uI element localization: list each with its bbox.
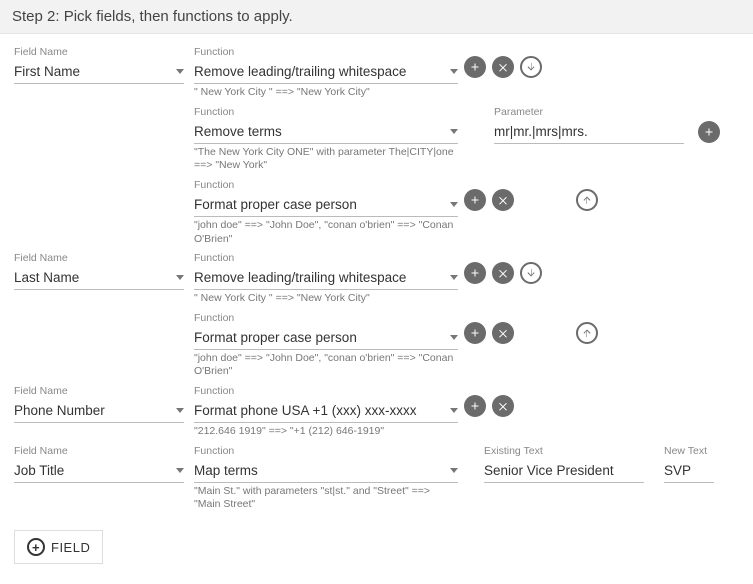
existing-text-label: Existing Text bbox=[484, 445, 644, 457]
existing-text-input[interactable] bbox=[484, 459, 644, 483]
add-icon[interactable] bbox=[698, 121, 720, 143]
function-value: Format proper case person bbox=[194, 197, 357, 212]
function-label: Function bbox=[194, 312, 458, 324]
remove-icon[interactable] bbox=[492, 322, 514, 344]
field-name-value: Job Title bbox=[14, 463, 64, 478]
function-label: Function bbox=[194, 179, 458, 191]
chevron-down-icon bbox=[450, 275, 458, 280]
add-field-label: FIELD bbox=[51, 540, 90, 555]
parameter-label: Parameter bbox=[494, 106, 739, 118]
chevron-down-icon bbox=[450, 129, 458, 134]
function-value: Remove terms bbox=[194, 124, 282, 139]
field-name-value: Last Name bbox=[14, 270, 79, 285]
function-value: Remove leading/trailing whitespace bbox=[194, 64, 406, 79]
function-example: "john doe" ==> "John Doe", "conan o'brie… bbox=[194, 352, 458, 379]
remove-icon[interactable] bbox=[492, 56, 514, 78]
function-example: "Main St." with parameters "st|st." and … bbox=[194, 485, 458, 512]
remove-icon[interactable] bbox=[492, 189, 514, 211]
field-name-label: Field Name bbox=[14, 445, 184, 457]
chevron-down-icon bbox=[176, 408, 184, 413]
add-icon[interactable] bbox=[464, 322, 486, 344]
add-icon[interactable] bbox=[464, 56, 486, 78]
function-value: Remove leading/trailing whitespace bbox=[194, 270, 406, 285]
move-up-icon[interactable] bbox=[576, 189, 598, 211]
chevron-down-icon bbox=[450, 408, 458, 413]
function-select[interactable]: Remove leading/trailing whitespace bbox=[194, 266, 458, 290]
field-name-label: Field Name bbox=[14, 252, 184, 264]
function-label: Function bbox=[194, 385, 458, 397]
chevron-down-icon bbox=[176, 275, 184, 280]
move-up-icon[interactable] bbox=[576, 322, 598, 344]
chevron-down-icon bbox=[450, 202, 458, 207]
field-name-label: Field Name bbox=[14, 385, 184, 397]
new-text-label: New Text bbox=[664, 445, 714, 457]
add-icon[interactable] bbox=[464, 395, 486, 417]
function-example: " New York City " ==> "New York City" bbox=[194, 292, 458, 306]
new-text-input[interactable] bbox=[664, 459, 714, 483]
chevron-down-icon bbox=[450, 468, 458, 473]
function-label: Function bbox=[194, 46, 458, 58]
function-value: Map terms bbox=[194, 463, 258, 478]
field-name-select[interactable]: Job Title bbox=[14, 459, 184, 483]
form-container: Field Name First Name Function Remove le… bbox=[0, 34, 753, 584]
function-label: Function bbox=[194, 445, 458, 457]
field-name-select[interactable]: Phone Number bbox=[14, 399, 184, 423]
field-name-select[interactable]: First Name bbox=[14, 60, 184, 84]
function-example: " New York City " ==> "New York City" bbox=[194, 86, 458, 100]
function-example: "john doe" ==> "John Doe", "conan o'brie… bbox=[194, 219, 458, 246]
chevron-down-icon bbox=[176, 69, 184, 74]
function-label: Function bbox=[194, 252, 458, 264]
function-select[interactable]: Format proper case person bbox=[194, 193, 458, 217]
remove-icon[interactable] bbox=[492, 395, 514, 417]
field-name-label: Field Name bbox=[14, 46, 184, 58]
field-name-value: First Name bbox=[14, 64, 80, 79]
function-example: "212.646 1919" ==> "+1 (212) 646-1919" bbox=[194, 425, 458, 439]
function-select[interactable]: Format proper case person bbox=[194, 326, 458, 350]
add-icon[interactable] bbox=[464, 189, 486, 211]
add-icon[interactable] bbox=[464, 262, 486, 284]
add-field-button[interactable]: + FIELD bbox=[14, 530, 103, 564]
function-select[interactable]: Remove leading/trailing whitespace bbox=[194, 60, 458, 84]
function-value: Format proper case person bbox=[194, 330, 357, 345]
chevron-down-icon bbox=[450, 69, 458, 74]
function-select[interactable]: Remove terms bbox=[194, 120, 458, 144]
function-label: Function bbox=[194, 106, 458, 118]
remove-icon[interactable] bbox=[492, 262, 514, 284]
parameter-input[interactable] bbox=[494, 120, 684, 144]
field-name-select[interactable]: Last Name bbox=[14, 266, 184, 290]
function-select[interactable]: Map terms bbox=[194, 459, 458, 483]
field-name-value: Phone Number bbox=[14, 403, 105, 418]
chevron-down-icon bbox=[176, 468, 184, 473]
plus-circle-icon: + bbox=[27, 538, 45, 556]
move-down-icon[interactable] bbox=[520, 56, 542, 78]
chevron-down-icon bbox=[450, 335, 458, 340]
function-example: "The New York City ONE" with parameter T… bbox=[194, 146, 458, 173]
step-header: Step 2: Pick fields, then functions to a… bbox=[0, 0, 753, 34]
function-value: Format phone USA +1 (xxx) xxx-xxxx bbox=[194, 403, 416, 418]
function-select[interactable]: Format phone USA +1 (xxx) xxx-xxxx bbox=[194, 399, 458, 423]
move-down-icon[interactable] bbox=[520, 262, 542, 284]
